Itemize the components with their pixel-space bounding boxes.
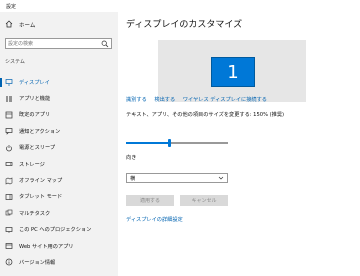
- home-icon: [5, 20, 13, 30]
- orientation-value: 横: [130, 176, 136, 182]
- display-links: 識別する 検出する ワイヤレス ディスプレイに接続する: [126, 96, 273, 103]
- sidebar-item-label: この PC へのプロジェクション: [19, 227, 92, 234]
- detect-link[interactable]: 検出する: [154, 97, 175, 103]
- sidebar-item-label: オフライン マップ: [19, 178, 63, 185]
- sidebar-item-tablet-mode[interactable]: タブレット モード: [0, 189, 118, 205]
- sidebar-item-web-apps[interactable]: Web サイト用のアプリ: [0, 238, 118, 254]
- orientation-label: 向き: [126, 155, 137, 161]
- search-icon[interactable]: [101, 40, 109, 48]
- projection-icon: [5, 226, 13, 234]
- sidebar-nav: ディスプレイ アプリと機能 既定のアプリ 通知とアクション 電源とスリープ スト…: [0, 74, 118, 271]
- apply-button[interactable]: 適用する: [126, 195, 174, 206]
- power-icon: [5, 144, 13, 152]
- info-icon: [5, 258, 13, 266]
- chevron-down-icon: [218, 175, 224, 183]
- sidebar-item-power[interactable]: 電源とスリープ: [0, 140, 118, 156]
- storage-icon: [5, 160, 13, 168]
- apps-icon: [5, 95, 13, 103]
- default-apps-icon: [5, 111, 13, 119]
- sidebar-item-storage[interactable]: ストレージ: [0, 156, 118, 172]
- display-preview: 1: [158, 40, 306, 102]
- sidebar-item-about[interactable]: バージョン情報: [0, 254, 118, 270]
- sidebar-item-multitasking[interactable]: マルチタスク: [0, 205, 118, 221]
- page-title: ディスプレイのカスタマイズ: [126, 20, 243, 30]
- notifications-icon: [5, 127, 13, 136]
- section-heading: システム: [5, 59, 25, 65]
- sidebar-item-label: Web サイト用のアプリ: [19, 243, 74, 250]
- wireless-display-link[interactable]: ワイヤレス ディスプレイに接続する: [183, 97, 267, 103]
- cancel-button[interactable]: キャンセル: [180, 195, 228, 206]
- search-input[interactable]: [8, 40, 98, 47]
- slider-thumb[interactable]: [168, 139, 172, 147]
- home-nav-item[interactable]: ホーム: [5, 20, 35, 29]
- sidebar-item-notifications[interactable]: 通知とアクション: [0, 123, 118, 139]
- orientation-select[interactable]: 横: [126, 173, 228, 183]
- sidebar-item-label: マルチタスク: [19, 210, 51, 217]
- sidebar-item-label: バージョン情報: [19, 259, 56, 266]
- offline-maps-icon: [5, 177, 13, 185]
- settings-window: 設定 ホーム システム ディスプレイ アプリと機能: [0, 0, 360, 276]
- sidebar-item-label: ストレージ: [19, 161, 45, 168]
- advanced-display-settings-link[interactable]: ディスプレイの詳細設定: [126, 216, 183, 223]
- search-box[interactable]: [5, 38, 112, 49]
- scale-slider[interactable]: [126, 139, 228, 147]
- home-label: ホーム: [19, 22, 36, 29]
- sidebar-item-label: 電源とスリープ: [19, 145, 56, 152]
- sidebar-item-label: アプリと機能: [19, 96, 51, 103]
- main-content: ディスプレイのカスタマイズ 1 識別する 検出する ワイヤレス ディスプレイに接…: [118, 12, 360, 276]
- sidebar-item-label: ディスプレイ: [19, 79, 50, 86]
- sidebar-item-projection[interactable]: この PC へのプロジェクション: [0, 222, 118, 238]
- sidebar-item-label: 通知とアクション: [19, 128, 61, 135]
- sidebar-item-display[interactable]: ディスプレイ: [0, 74, 118, 90]
- web-apps-icon: [5, 242, 13, 250]
- tablet-mode-icon: [5, 193, 13, 201]
- scale-label: テキスト、アプリ、その他の項目のサイズを変更する: 150% (推奨): [126, 112, 285, 118]
- monitor-icon: [5, 78, 13, 86]
- sidebar-item-label: 既定のアプリ: [19, 112, 51, 119]
- sidebar-item-offline-maps[interactable]: オフライン マップ: [0, 172, 118, 188]
- sidebar-item-label: タブレット モード: [19, 194, 63, 201]
- title-bar: 設定: [0, 0, 360, 12]
- window-title: 設定: [6, 4, 17, 10]
- multitasking-icon: [5, 209, 13, 217]
- sidebar: ホーム システム ディスプレイ アプリと機能 既定のアプリ: [0, 12, 118, 276]
- identify-link[interactable]: 識別する: [126, 97, 147, 103]
- display-monitor-1[interactable]: 1: [211, 57, 255, 87]
- sidebar-item-apps[interactable]: アプリと機能: [0, 90, 118, 106]
- sidebar-item-default-apps[interactable]: 既定のアプリ: [0, 107, 118, 123]
- slider-fill: [126, 142, 170, 144]
